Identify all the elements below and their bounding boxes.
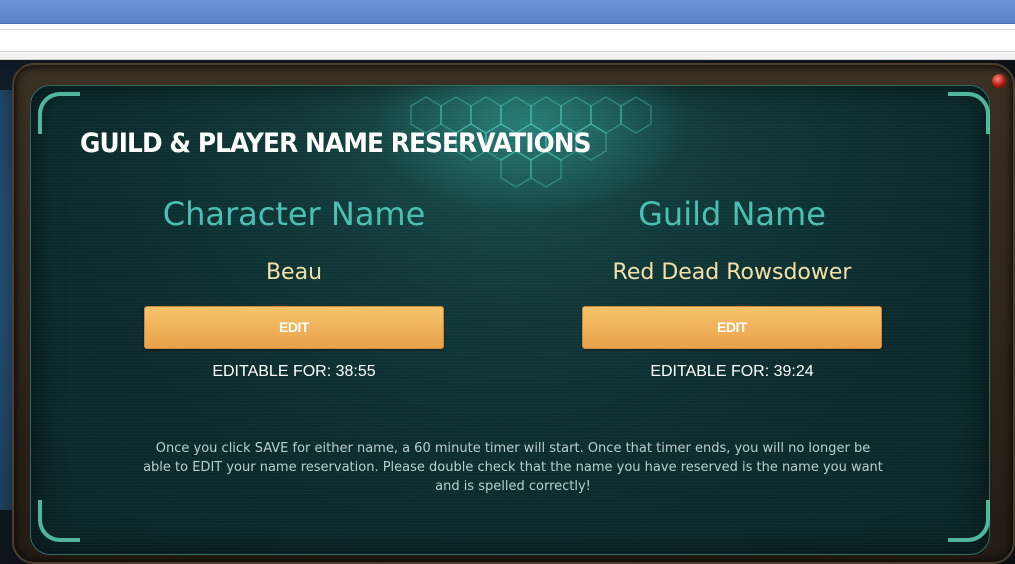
red-led-icon [990,72,1008,90]
edit-character-name-button[interactable]: EDIT [144,306,444,349]
guild-name-value: Red Dead Rowsdower [612,260,852,285]
browser-toolbar [0,24,1015,60]
corner-bracket-decoration [948,92,990,134]
guild-edit-timer: EDITABLE FOR: 39:24 [650,363,814,380]
character-edit-timer: EDITABLE FOR: 38:55 [212,363,376,380]
corner-bracket-decoration [38,92,80,134]
browser-title-bar [0,0,1015,24]
save-timer-notice: Once you click SAVE for either name, a 6… [143,441,883,494]
browser-address-strip [0,29,1015,52]
guild-name-heading: Guild Name [638,195,826,233]
character-name-value: Beau [265,260,323,285]
edit-guild-name-button[interactable]: EDIT [582,306,882,349]
page-title: GUILD & PLAYER NAME RESERVATIONS [80,128,592,159]
character-name-heading: Character Name [162,195,426,233]
corner-bracket-decoration [38,500,80,542]
